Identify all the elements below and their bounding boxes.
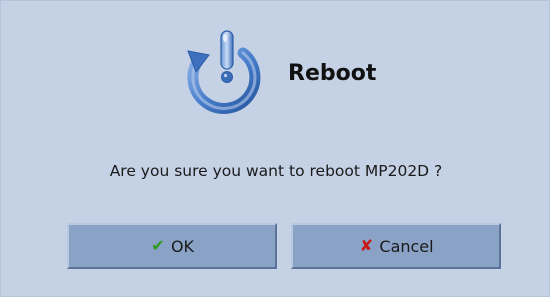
dialog-title: Reboot	[288, 61, 377, 86]
reboot-dialog: Reboot Are you sure you want to reboot M…	[0, 0, 550, 297]
dialog-header: Reboot	[1, 29, 550, 119]
confirm-message: Are you sure you want to reboot MP202D ?	[109, 162, 443, 180]
power-icon	[171, 29, 277, 119]
cancel-button[interactable]: ✘ Cancel	[291, 223, 501, 269]
ok-button-label: OK	[170, 236, 195, 256]
check-icon: ✔	[151, 236, 165, 255]
cross-icon: ✘	[359, 236, 374, 255]
cancel-button-label: Cancel	[379, 236, 434, 256]
ok-button[interactable]: ✔ OK	[67, 223, 277, 269]
